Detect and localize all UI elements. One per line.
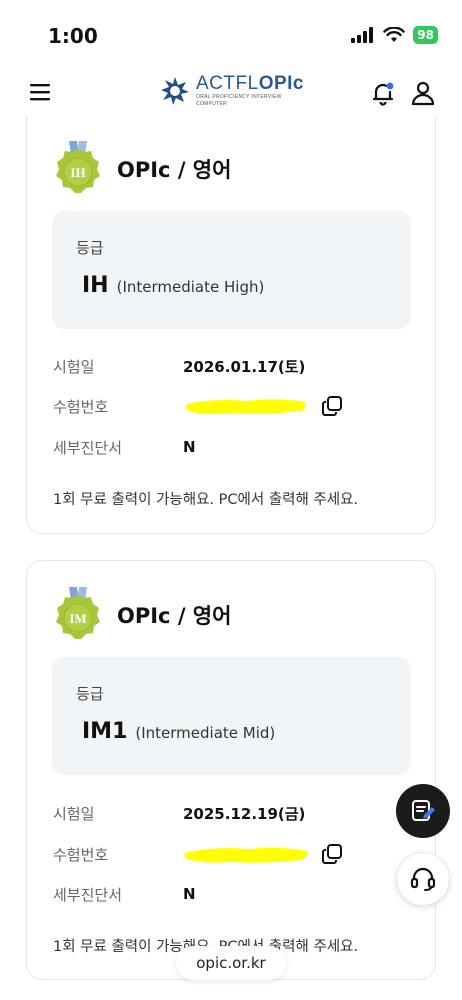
score-card-2[interactable]: IM OPIc / 영어 등급 IM1 (Intermediate Mid) 시… [26, 560, 436, 980]
score-card-1[interactable]: IH OPIc / 영어 등급 IH (Intermediate High) 시… [26, 100, 436, 534]
grade-label: 등급 [76, 685, 104, 703]
logo-text: ACTFLOPIc ORAL PROFICIENCY INTERVIEW COM… [196, 74, 304, 107]
logo-star-icon [161, 76, 189, 105]
grade-row: IM1 (Intermediate Mid) [82, 719, 275, 744]
card-header: IM OPIc / 영어 [53, 587, 231, 643]
grade-code: IM1 [82, 719, 128, 744]
exam-date-row: 시험일 2026.01.17(토) [53, 355, 305, 377]
signal-icon [351, 27, 374, 43]
user-profile-icon[interactable] [410, 80, 436, 106]
grade-description: (Intermediate Mid) [135, 724, 276, 742]
grade-row: IH (Intermediate High) [82, 273, 264, 298]
copy-icon[interactable] [321, 843, 343, 865]
grade-code: IH [82, 273, 109, 298]
logo-subtitle: ORAL PROFICIENCY INTERVIEW [196, 94, 282, 100]
actfl-opic-logo[interactable]: ACTFLOPIc ORAL PROFICIENCY INTERVIEW COM… [160, 74, 304, 107]
exam-id-row: 수험번호 [53, 843, 343, 865]
detail-report-value: N [183, 885, 196, 903]
exam-date-label: 시험일 [53, 804, 95, 823]
copy-icon[interactable] [321, 395, 343, 417]
svg-text:IH: IH [70, 165, 85, 180]
exam-date-label: 시험일 [53, 357, 95, 376]
detail-report-row: 세부진단서 N [53, 883, 196, 905]
exam-date-row: 시험일 2025.12.19(금) [53, 802, 305, 824]
card-header: IH OPIc / 영어 [53, 141, 231, 197]
document-edit-button[interactable] [396, 784, 450, 838]
grade-description: (Intermediate High) [116, 278, 265, 296]
document-edit-icon [412, 800, 435, 821]
detail-report-value: N [183, 438, 196, 456]
exam-id-label: 수험번호 [53, 397, 109, 416]
exam-date-value: 2026.01.17(토) [183, 357, 306, 376]
detail-report-label: 세부진단서 [53, 438, 123, 457]
headset-icon [410, 867, 436, 891]
status-icons: 98 [351, 26, 438, 44]
battery-indicator: 98 [413, 26, 438, 44]
svg-text:IM: IM [69, 611, 86, 626]
grade-label: 등급 [76, 239, 104, 257]
exam-title: OPIc / 영어 [117, 604, 232, 628]
browser-url-bar[interactable]: opic.or.kr [176, 946, 286, 980]
status-time: 1:00 [48, 24, 98, 48]
notification-bell-icon[interactable] [370, 80, 396, 106]
exam-date-value: 2025.12.19(금) [183, 804, 306, 823]
exam-id-row: 수험번호 [53, 395, 343, 417]
detail-report-row: 세부진단서 N [53, 436, 196, 458]
exam-title: OPIc / 영어 [117, 158, 232, 182]
wifi-icon [383, 27, 405, 42]
status-bar: 1:00 98 [0, 0, 462, 70]
app-header: ACTFLOPIc ORAL PROFICIENCY INTERVIEW COM… [0, 70, 462, 116]
redacted-exam-id [184, 847, 308, 863]
redacted-exam-id [185, 399, 306, 415]
exam-id-label: 수험번호 [53, 845, 109, 864]
grade-box: 등급 IM1 (Intermediate Mid) [52, 657, 411, 775]
medal-im-icon: IM [56, 587, 100, 639]
medal-ih-icon: IH [56, 141, 100, 193]
customer-support-button[interactable] [396, 852, 450, 906]
detail-report-label: 세부진단서 [53, 885, 123, 904]
logo-subtitle-2: COMPUTER [196, 101, 228, 107]
grade-box: 등급 IH (Intermediate High) [52, 211, 411, 329]
print-notice: 1회 무료 출력이 가능해요. PC에서 출력해 주세요. [53, 492, 359, 508]
logo-title: ACTFLOPIc [196, 73, 304, 94]
hamburger-menu-icon[interactable] [28, 80, 52, 104]
